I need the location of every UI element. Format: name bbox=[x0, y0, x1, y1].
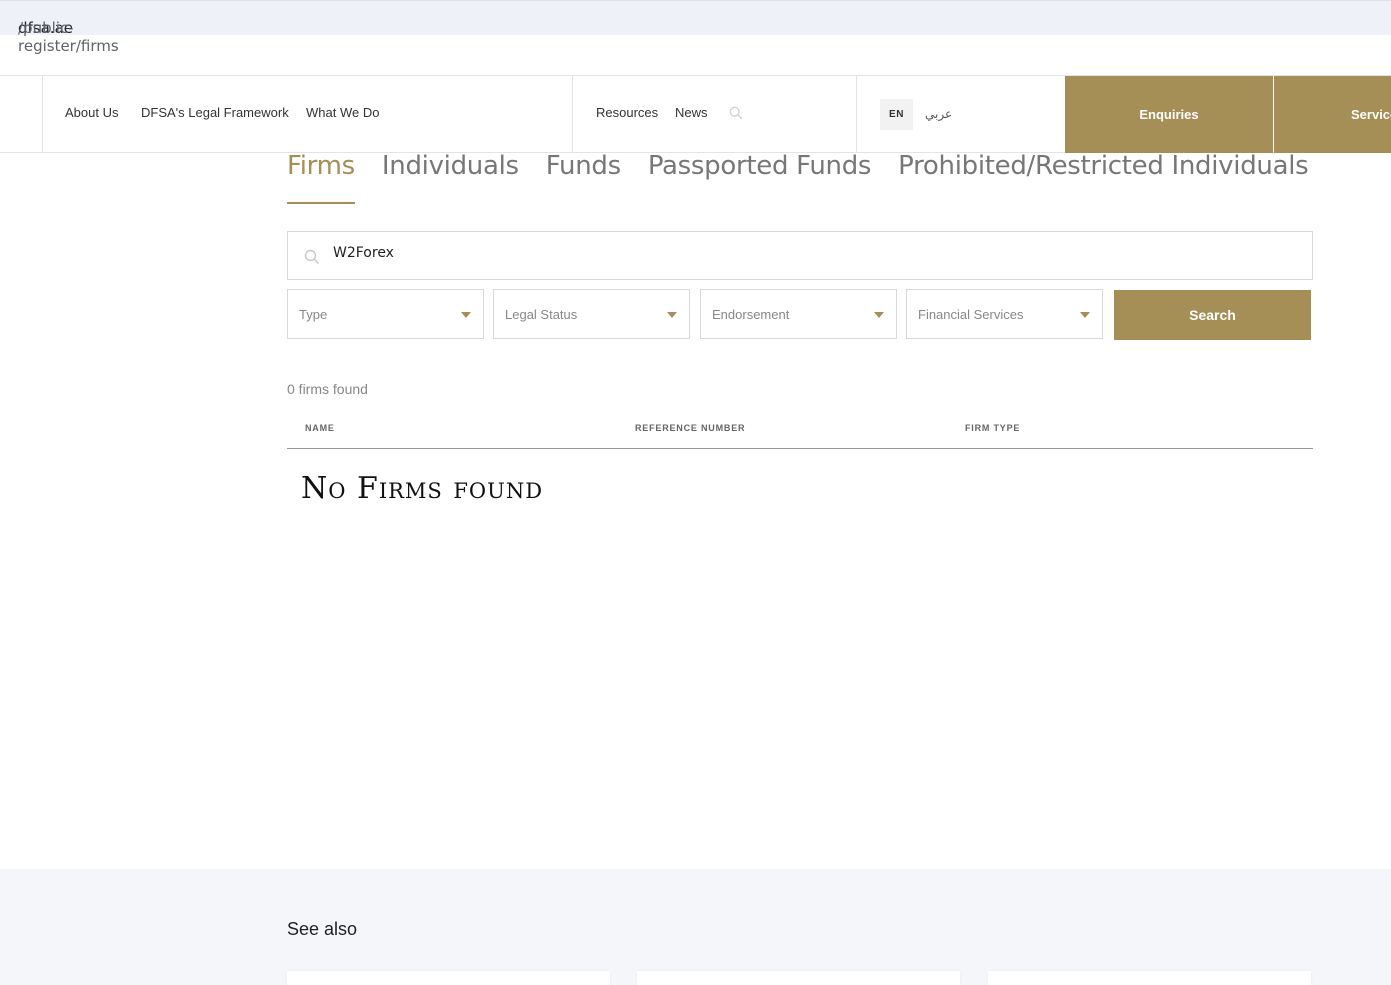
tab-prohibited-individuals[interactable]: Prohibited/Restricted Individuals bbox=[898, 151, 1309, 193]
see-also-title: See also bbox=[287, 919, 358, 939]
chevron-down-icon bbox=[1080, 312, 1090, 318]
header-divider bbox=[572, 76, 573, 153]
header-divider bbox=[856, 76, 857, 153]
search-icon bbox=[304, 249, 319, 264]
search-input[interactable] bbox=[333, 245, 1233, 261]
nav-about-us[interactable]: About Us bbox=[65, 105, 118, 120]
dropdown-label: Legal Status bbox=[505, 307, 578, 322]
column-header-name[interactable]: NAME bbox=[305, 423, 335, 433]
nav-what-we-do[interactable]: What We Do bbox=[306, 105, 379, 120]
column-header-reference-number[interactable]: REFERENCE NUMBER bbox=[635, 423, 745, 433]
column-header-firm-type[interactable]: FIRM TYPE bbox=[965, 423, 1020, 433]
tab-funds[interactable]: Funds bbox=[546, 151, 621, 193]
address-bar[interactable]: dfsa.ae/public-register/firms bbox=[0, 0, 1391, 55]
see-also-card[interactable] bbox=[988, 971, 1311, 985]
firm-search-box[interactable] bbox=[287, 231, 1313, 280]
dropdown-label: Type bbox=[299, 307, 328, 322]
table-header-divider bbox=[287, 448, 1313, 449]
chevron-down-icon bbox=[461, 312, 471, 318]
tab-passported-funds[interactable]: Passported Funds bbox=[648, 151, 872, 193]
empty-results-message: No Firms found bbox=[301, 471, 544, 506]
nav-legal-framework[interactable]: DFSA's Legal Framework bbox=[141, 105, 289, 120]
search-icon[interactable] bbox=[729, 106, 743, 120]
lang-en-button[interactable]: EN bbox=[880, 99, 913, 130]
tab-firms[interactable]: Firms bbox=[287, 151, 355, 204]
register-tabs: Firms Individuals Funds Passported Funds… bbox=[287, 151, 1335, 204]
see-also-card[interactable] bbox=[287, 971, 610, 985]
tab-individuals[interactable]: Individuals bbox=[382, 151, 519, 193]
see-also-section: See also bbox=[0, 869, 1391, 985]
nav-resources[interactable]: Resources bbox=[596, 105, 658, 120]
financial-services-dropdown[interactable]: Financial Services bbox=[906, 289, 1103, 339]
legal-status-dropdown[interactable]: Legal Status bbox=[493, 289, 690, 339]
dropdown-label: Endorsement bbox=[712, 307, 790, 322]
search-button[interactable]: Search bbox=[1114, 290, 1311, 340]
chevron-down-icon bbox=[874, 312, 884, 318]
services-button[interactable]: Services bbox=[1274, 76, 1391, 153]
chevron-down-icon bbox=[667, 312, 677, 318]
type-dropdown[interactable]: Type bbox=[287, 289, 484, 339]
site-header: About Us DFSA's Legal Framework What We … bbox=[0, 75, 1391, 153]
dropdown-label: Financial Services bbox=[918, 307, 1024, 322]
header-divider bbox=[42, 76, 43, 153]
enquiries-button[interactable]: Enquiries bbox=[1065, 76, 1273, 153]
nav-news[interactable]: News bbox=[675, 105, 708, 120]
lang-ar-link[interactable]: عربي bbox=[925, 107, 952, 121]
see-also-card[interactable] bbox=[637, 971, 960, 985]
results-count: 0 firms found bbox=[287, 381, 368, 397]
endorsement-dropdown[interactable]: Endorsement bbox=[700, 289, 897, 339]
